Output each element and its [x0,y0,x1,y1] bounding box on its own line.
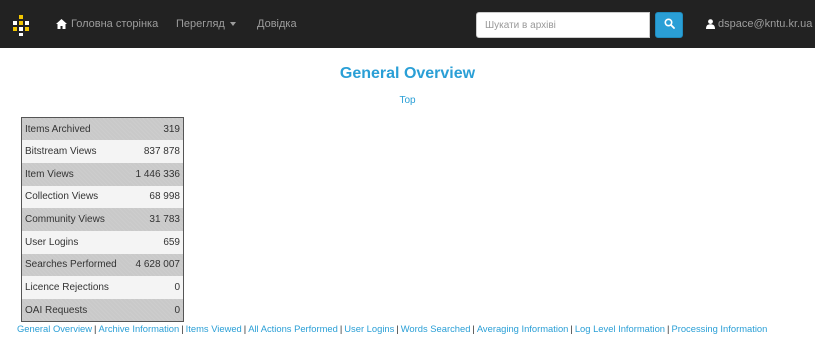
nav-browse-dropdown[interactable]: Перегляд [176,0,236,48]
report-link[interactable]: Averaging Information [477,323,569,334]
stat-value: 319 [129,117,184,141]
top-navbar: Головна сторінка Перегляд Довідка dspace… [0,0,815,48]
general-overview-table: Items Archived 319 Bitstream Views 837 878 I… [21,117,184,323]
search-input[interactable] [476,12,650,38]
nav-help-link[interactable]: Довідка [257,0,297,48]
page-title: General Overview [339,65,476,82]
stat-value: 68 998 [129,185,184,209]
report-link[interactable]: User Logins [344,323,394,334]
report-nav-links: General Overview | Archive Information | Ite… [17,323,815,334]
table-row: Items Archived 319 [21,117,184,141]
dspace-logo-icon[interactable] [10,14,32,36]
user-label: dspace@kntu.kr.ua [718,18,813,30]
stat-value: 837 878 [129,140,184,163]
nav-help-label: Довідка [257,18,297,30]
stat-value: 0 [129,276,184,299]
link-separator: | [339,323,343,334]
report-link[interactable]: All Actions Performed [248,323,338,334]
table-row: User Logins 659 [21,230,184,254]
search-button[interactable] [655,12,683,38]
user-icon [706,19,715,29]
report-link[interactable]: Log Level Information [575,323,665,334]
nav-home-label: Головна сторінка [71,18,159,30]
stat-label: Searches Performed [21,253,130,277]
user-menu[interactable]: dspace@kntu.kr.ua [706,0,812,48]
top-link[interactable]: Top [0,95,815,106]
stat-label: User Logins [21,230,130,254]
stat-value: 0 [129,299,184,322]
stat-value: 1 446 336 [129,162,184,186]
stat-label: Collection Views [21,185,130,209]
report-link[interactable]: Archive Information [98,323,179,334]
stat-value: 31 783 [129,208,184,231]
table-row: OAI Requests 0 [21,299,184,322]
report-link[interactable]: Words Searched [401,323,471,334]
nav-browse-label: Перегляд [176,18,225,30]
stat-label: OAI Requests [21,299,130,322]
link-separator: | [472,323,475,334]
table-row: Licence Rejections 0 [21,276,184,299]
link-separator: | [396,323,399,334]
nav-home-link[interactable]: Головна сторінка [56,0,158,48]
link-separator: | [94,323,97,334]
table-row: Collection Views 68 998 [21,185,184,209]
stat-label: Item Views [21,162,130,186]
table-row: Community Views 31 783 [21,208,184,231]
stat-label: Licence Rejections [21,276,130,299]
link-separator: | [570,323,573,334]
report-link[interactable]: Items Viewed [186,323,242,334]
caret-down-icon [229,22,236,26]
link-separator: | [243,323,247,334]
stat-value: 659 [129,230,184,254]
search-icon [663,16,675,34]
stat-value: 4 628 007 [129,253,184,277]
link-separator: | [667,323,670,334]
stat-label: Bitstream Views [21,140,130,163]
stat-label: Community Views [21,208,130,231]
table-row: Item Views 1 446 336 [21,162,184,186]
stat-label: Items Archived [21,117,130,141]
report-link[interactable]: General Overview [17,323,92,334]
table-row: Searches Performed 4 628 007 [21,253,184,277]
link-separator: | [181,323,184,334]
table-row: Bitstream Views 837 878 [21,140,184,163]
home-icon [56,19,67,29]
report-link[interactable]: Processing Information [671,323,767,334]
